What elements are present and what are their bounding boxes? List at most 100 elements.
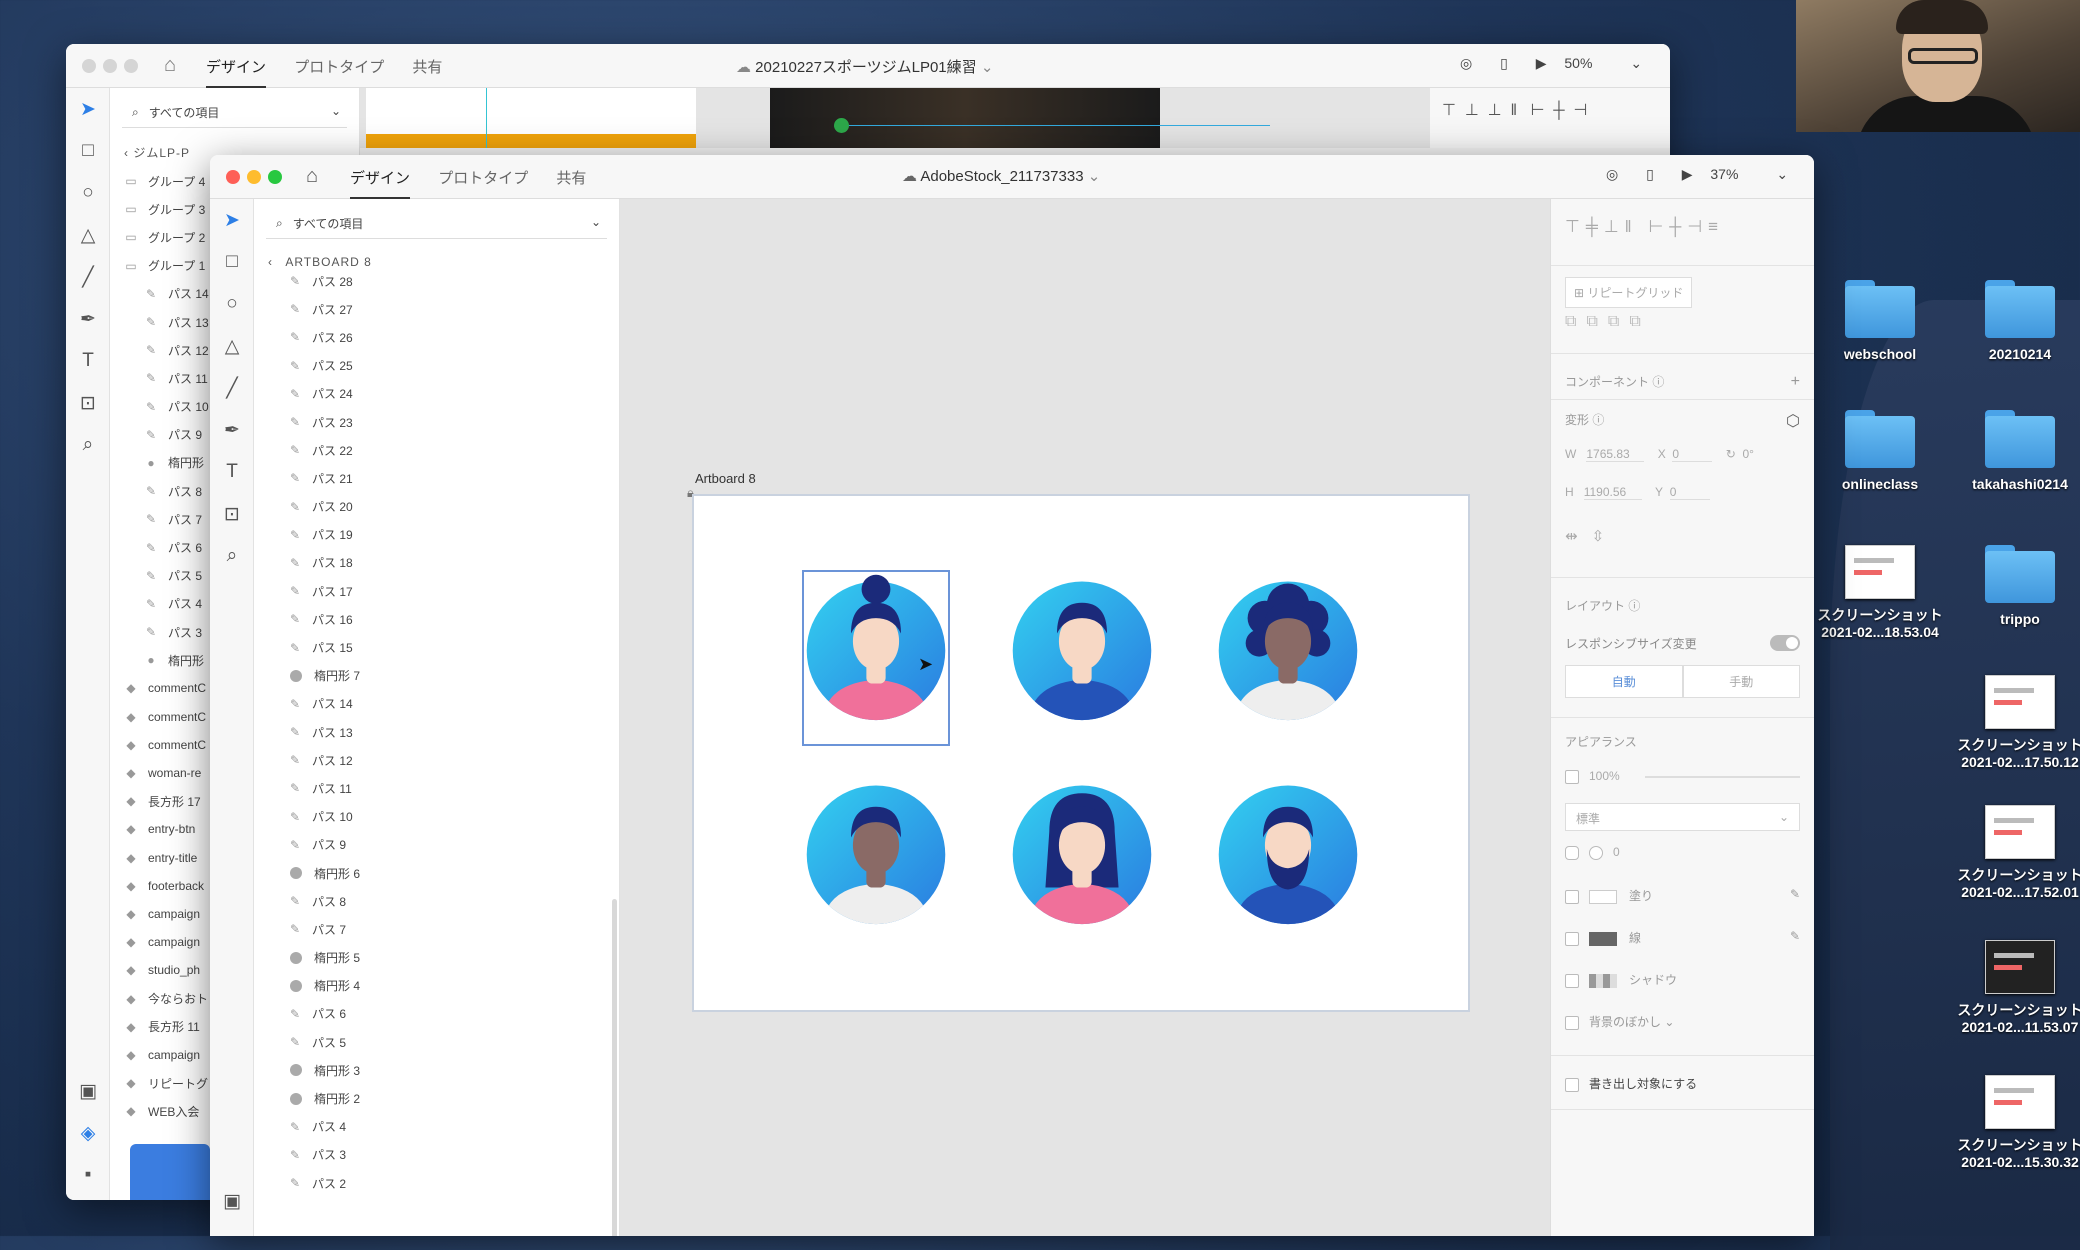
layer-item[interactable]: ✎ パス 18: [284, 549, 619, 577]
bg-blur-checkbox[interactable]: [1565, 1015, 1579, 1030]
intersect-icon[interactable]: ⧉: [1608, 313, 1629, 330]
select-tool-icon[interactable]: ➤: [66, 88, 110, 130]
layer-item[interactable]: 楕円形 3: [284, 1056, 619, 1084]
corner-radius-input[interactable]: 0: [1613, 845, 1620, 859]
zoom-tool-icon[interactable]: ⌕: [210, 535, 254, 577]
artboard-label[interactable]: Artboard 8: [695, 471, 756, 486]
layer-item[interactable]: 楕円形 2: [284, 1084, 619, 1112]
layer-item[interactable]: 楕円形 4: [284, 972, 619, 1000]
align-left-icon[interactable]: ⊢: [1648, 217, 1669, 236]
chevron-down-icon[interactable]: ⌄: [591, 215, 601, 229]
avatar-man-dark[interactable]: [802, 774, 950, 926]
desktop-folder[interactable]: webschool: [1810, 280, 1950, 363]
blend-mode-select[interactable]: 標準 ⌄: [1565, 803, 1800, 831]
tab-design[interactable]: デザイン: [350, 170, 411, 199]
tab-prototype[interactable]: プロトタイプ: [294, 59, 384, 86]
align-middle-icon[interactable]: ╪: [1586, 217, 1604, 236]
minimize-button[interactable]: [247, 170, 261, 184]
assets-icon[interactable]: ▣: [210, 1180, 254, 1222]
layer-item[interactable]: 楕円形 7: [284, 662, 619, 690]
layer-item[interactable]: ✎ パス 20: [284, 493, 619, 521]
align-center-icon[interactable]: ┼: [1669, 217, 1687, 236]
opacity-slider[interactable]: [1645, 776, 1800, 778]
close-button[interactable]: [82, 59, 96, 73]
layer-item[interactable]: ✎ パス 10: [284, 803, 619, 831]
avatar-man-beard[interactable]: [1214, 774, 1362, 926]
info-icon[interactable]: ⓘ: [1592, 413, 1604, 427]
add-component-icon[interactable]: +: [1791, 373, 1800, 391]
layer-item[interactable]: ✎ パス 17: [284, 577, 619, 605]
layer-item[interactable]: ✎ パス 6: [284, 1000, 619, 1028]
layer-item[interactable]: ✎ パス 22: [284, 436, 619, 464]
exclude-icon[interactable]: ⧉: [1629, 313, 1650, 330]
avatar-man-short[interactable]: [1008, 570, 1156, 722]
eyedropper-icon[interactable]: ✎: [1790, 929, 1800, 943]
info-icon[interactable]: ⓘ: [1628, 599, 1640, 613]
export-checkbox[interactable]: [1565, 1077, 1579, 1092]
document-title[interactable]: AdobeStock_211737333: [920, 168, 1083, 185]
layer-item[interactable]: 楕円形 6: [284, 859, 619, 887]
avatar-woman-curly[interactable]: [1214, 570, 1362, 722]
device-preview-icon[interactable]: ▯: [1646, 166, 1654, 182]
layer-item[interactable]: ✎ パス 14: [284, 690, 619, 718]
zoom-level[interactable]: 50%: [1564, 55, 1592, 71]
plugins-icon[interactable]: ▪: [66, 1154, 110, 1196]
layer-item[interactable]: ✎ パス 28: [284, 267, 619, 295]
fill-swatch[interactable]: [1589, 889, 1617, 904]
share-user-icon[interactable]: ◎: [1606, 166, 1618, 182]
layer-item[interactable]: ✎ パス 5: [284, 1028, 619, 1056]
align-middle-icon[interactable]: ⊥: [1465, 102, 1479, 119]
corner-each-icon[interactable]: [1589, 845, 1603, 860]
layer-item[interactable]: ✎ パス 21: [284, 464, 619, 492]
link-icon[interactable]: [834, 118, 849, 133]
align-right-icon[interactable]: ⊣: [1574, 102, 1588, 119]
chevron-down-icon[interactable]: ⌄: [1664, 1015, 1674, 1029]
shadow-checkbox[interactable]: [1565, 973, 1579, 988]
desktop-screenshot-file[interactable]: スクリーンショット 2021-02...17.50.12: [1950, 675, 2080, 771]
close-button[interactable]: [226, 170, 240, 184]
tab-design[interactable]: デザイン: [206, 59, 267, 88]
desktop-screenshot-file[interactable]: スクリーンショット 2021-02...17.52.01: [1950, 805, 2080, 901]
info-icon[interactable]: ⓘ: [1652, 375, 1664, 389]
layer-item[interactable]: ✎ パス 3: [284, 1141, 619, 1169]
ellipse-tool-icon[interactable]: ○: [210, 283, 254, 325]
zoom-button[interactable]: [124, 59, 138, 73]
document-title[interactable]: 20210227スポーツジムLP01練習: [755, 59, 976, 76]
rectangle-tool-icon[interactable]: □: [210, 241, 254, 283]
layer-item[interactable]: 楕円形 5: [284, 944, 619, 972]
corner-radius-icon[interactable]: [1565, 845, 1579, 860]
layer-item[interactable]: ✎ パス 23: [284, 408, 619, 436]
eyedropper-icon[interactable]: ✎: [1790, 887, 1800, 901]
artboard-tool-icon[interactable]: ⊡: [66, 382, 110, 424]
text-tool-icon[interactable]: T: [66, 340, 110, 382]
select-tool-icon[interactable]: ➤: [210, 199, 254, 241]
layer-item[interactable]: ✎ パス 7: [284, 915, 619, 943]
assets-icon[interactable]: ▣: [66, 1070, 110, 1112]
chevron-down-icon[interactable]: ⌄: [1088, 168, 1101, 185]
align-bottom-icon[interactable]: ⊥: [1604, 217, 1625, 236]
zoom-chevron-icon[interactable]: ⌄: [1630, 55, 1642, 71]
opacity-value[interactable]: 100%: [1589, 769, 1620, 783]
desktop-screenshot-file[interactable]: スクリーンショット 2021-02...18.53.04: [1810, 545, 1950, 641]
zoom-chevron-icon[interactable]: ⌄: [1776, 166, 1788, 182]
height-input[interactable]: 1190.56: [1583, 485, 1642, 500]
front-layer-search[interactable]: ⌕ すべての項目 ⌄: [266, 209, 607, 239]
home-icon[interactable]: ⌂: [306, 165, 318, 188]
fill-checkbox[interactable]: [1565, 889, 1579, 904]
rectangle-tool-icon[interactable]: □: [66, 130, 110, 172]
back-layer-search[interactable]: ⌕ すべての項目 ⌄: [122, 98, 347, 128]
share-user-icon[interactable]: ◎: [1460, 55, 1472, 71]
tab-share[interactable]: 共有: [412, 59, 442, 86]
layer-item[interactable]: ✎ パス 2: [284, 1169, 619, 1197]
ellipse-tool-icon[interactable]: ○: [66, 172, 110, 214]
y-input[interactable]: 0: [1669, 485, 1710, 500]
zoom-level[interactable]: 37%: [1710, 166, 1738, 182]
layer-item[interactable]: ✎ パス 25: [284, 352, 619, 380]
flip-vertical-icon[interactable]: ⇳: [1592, 528, 1619, 545]
distribute-icon[interactable]: ‖: [1510, 102, 1517, 119]
layer-item[interactable]: ✎ パス 11: [284, 774, 619, 802]
layer-item[interactable]: ✎ パス 4: [284, 1113, 619, 1141]
minimize-button[interactable]: [103, 59, 117, 73]
play-icon[interactable]: ▶: [1536, 55, 1547, 71]
polygon-tool-icon[interactable]: △: [66, 214, 110, 256]
